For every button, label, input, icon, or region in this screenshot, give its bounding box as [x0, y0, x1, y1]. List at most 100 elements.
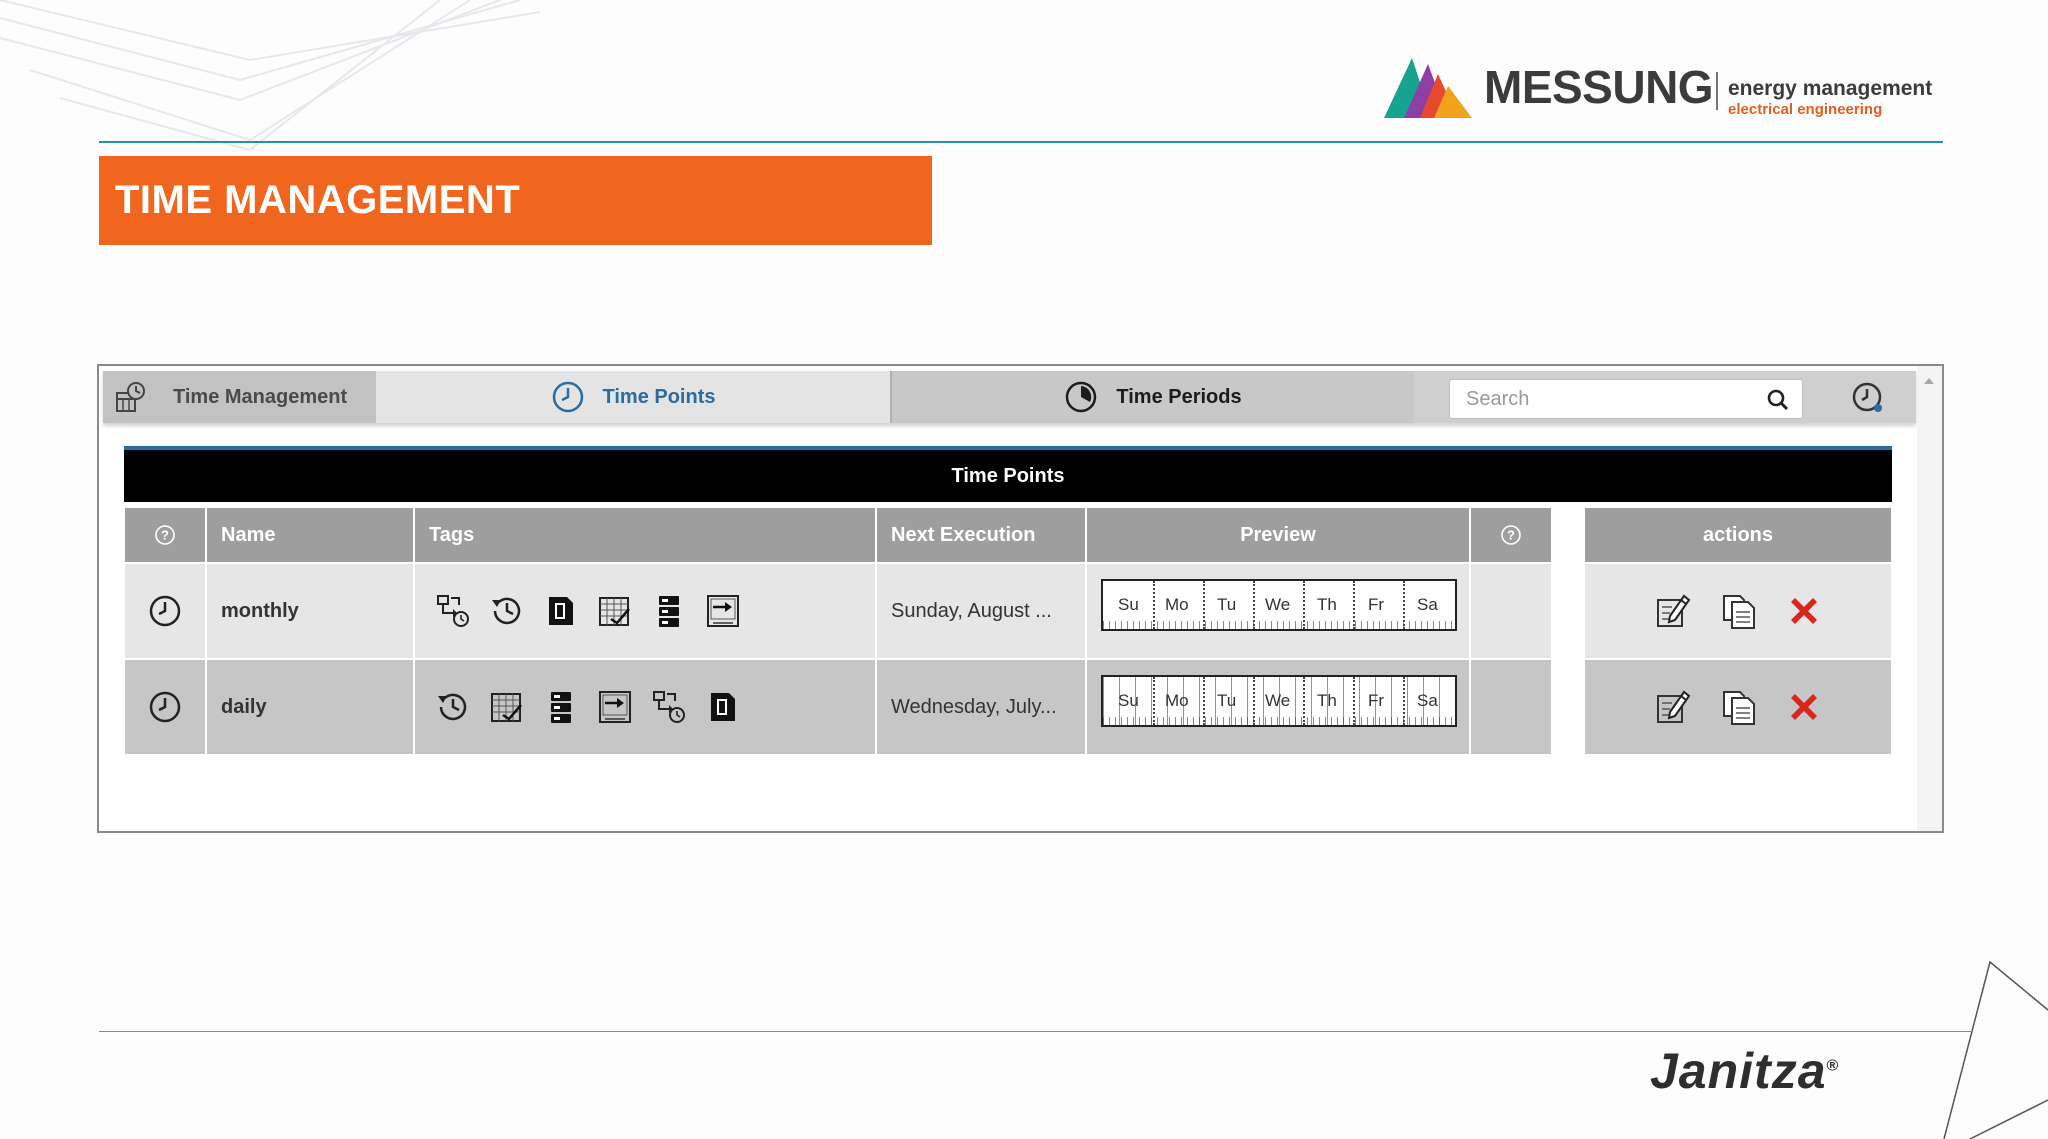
day-divider	[1353, 581, 1355, 629]
tag-icon-list	[415, 593, 741, 629]
help-column-header[interactable]: ?	[125, 508, 205, 562]
delete-icon[interactable]	[1786, 689, 1822, 725]
name-column-header[interactable]: Name	[207, 508, 413, 562]
day-divider	[1353, 677, 1355, 725]
row-name[interactable]: daily	[207, 660, 413, 754]
edit-icon[interactable]	[1654, 688, 1692, 726]
tab-time-points[interactable]: Time Points	[376, 371, 890, 423]
server-icon[interactable]	[651, 593, 687, 629]
decorative-corner	[1943, 960, 2048, 1139]
row-name[interactable]: monthly	[207, 564, 413, 658]
tab-time-periods[interactable]: Time Periods	[890, 371, 1414, 423]
delete-icon[interactable]	[1786, 593, 1822, 629]
weekday-label: Fr	[1368, 691, 1385, 710]
slide-title: TIME MANAGEMENT	[115, 178, 521, 222]
row-tags	[415, 660, 875, 754]
history-icon[interactable]	[489, 593, 525, 629]
weekday-label: Tu	[1217, 691, 1237, 710]
weekday-label: Fr	[1368, 595, 1385, 614]
day-divider	[1253, 581, 1255, 629]
weekday-label: We	[1265, 691, 1291, 710]
clock-icon	[552, 381, 583, 413]
day-divider	[1403, 677, 1405, 725]
row-tags	[415, 564, 875, 658]
weekday-label: Th	[1317, 595, 1337, 614]
day-divider	[1253, 677, 1255, 725]
weekday-label: Mo	[1165, 691, 1189, 710]
janitza-wordmark: Janitza	[1650, 1043, 1827, 1099]
server-icon[interactable]	[543, 689, 579, 725]
panel-title: Time Points	[951, 464, 1065, 487]
day-divider	[1203, 581, 1205, 629]
tab-time-management[interactable]: Time Management	[103, 371, 376, 423]
import-icon[interactable]	[705, 593, 741, 629]
next-execution-column-header[interactable]: Next Execution	[877, 508, 1085, 562]
triangle-logo-icon	[1384, 58, 1472, 118]
weekday-label: Th	[1317, 691, 1337, 710]
action-buttons	[1585, 592, 1891, 630]
help-icon[interactable]: ?	[1500, 524, 1522, 546]
day-divider	[1403, 581, 1405, 629]
copy-icon[interactable]	[1720, 592, 1758, 630]
help-icon[interactable]: ?	[154, 524, 176, 546]
tab-label: Time Management	[173, 385, 348, 408]
svg-text:?: ?	[161, 528, 169, 543]
device-icon[interactable]	[543, 593, 579, 629]
scroll-up-arrow-icon[interactable]	[1924, 378, 1934, 384]
messung-logo: MESSUNG energy management electrical eng…	[1382, 54, 1942, 126]
calendar-chart-icon[interactable]	[489, 689, 525, 725]
calendar-chart-icon[interactable]	[597, 593, 633, 629]
title-banner: TIME MANAGEMENT	[99, 156, 932, 245]
weekday-label: Su	[1118, 691, 1139, 710]
janitza-logo: Janitza®	[1650, 1046, 1839, 1096]
row-actions	[1585, 564, 1891, 658]
footer-divider	[99, 1031, 1973, 1032]
device-icon[interactable]	[705, 689, 741, 725]
weekday-label: We	[1265, 595, 1291, 614]
weekday-label: Sa	[1417, 691, 1438, 710]
clock-icon	[149, 595, 181, 627]
day-divider	[1303, 581, 1305, 629]
tag-icon-list	[415, 689, 741, 725]
tags-column-header[interactable]: Tags	[415, 508, 875, 562]
clock-icon	[149, 691, 181, 723]
search-icon[interactable]	[1766, 388, 1790, 412]
weekday-label: Su	[1118, 595, 1139, 614]
history-icon[interactable]	[435, 689, 471, 725]
decorative-lines	[0, 0, 540, 150]
pie-clock-icon	[1066, 381, 1097, 413]
help-column-header-2[interactable]: ?	[1471, 508, 1551, 562]
clock-settings-icon[interactable]	[1851, 381, 1885, 415]
transfer-clock-icon[interactable]	[651, 689, 687, 725]
row-extra-cell	[1471, 564, 1551, 658]
logo-tagline-secondary: electrical engineering	[1728, 101, 1883, 118]
search-box	[1449, 379, 1803, 419]
day-divider	[1303, 677, 1305, 725]
copy-icon[interactable]	[1720, 688, 1758, 726]
edit-icon[interactable]	[1654, 592, 1692, 630]
import-icon[interactable]	[597, 689, 633, 725]
row-next-execution: Sunday, August ...	[877, 564, 1085, 658]
logo-wordmark: MESSUNG	[1484, 61, 1714, 113]
header-divider	[99, 141, 1943, 143]
week-preview: Su Mo Tu We Th Fr Sa	[1101, 675, 1457, 727]
day-divider	[1153, 581, 1155, 629]
search-input[interactable]	[1450, 380, 1750, 418]
day-divider	[1203, 677, 1205, 725]
app-window: Time Management Time Points Time Periods	[97, 364, 1944, 833]
row-extra-cell	[1471, 660, 1551, 754]
scrollbar[interactable]	[1917, 366, 1942, 831]
actions-column-header: actions	[1585, 508, 1891, 562]
tab-bar: Time Management Time Points Time Periods	[103, 371, 1916, 423]
svg-text:?: ?	[1507, 528, 1515, 543]
day-divider	[1153, 677, 1155, 725]
row-preview: Su Mo Tu We Th Fr Sa	[1087, 564, 1469, 658]
registered-mark: ®	[1826, 1057, 1840, 1075]
transfer-clock-icon[interactable]	[435, 593, 471, 629]
calendar-clock-icon	[116, 382, 145, 412]
row-preview: Su Mo Tu We Th Fr Sa	[1087, 660, 1469, 754]
preview-column-header[interactable]: Preview	[1087, 508, 1469, 562]
weekday-label: Mo	[1165, 595, 1189, 614]
row-next-execution: Wednesday, July...	[877, 660, 1085, 754]
panel-header: Time Points	[124, 446, 1892, 502]
